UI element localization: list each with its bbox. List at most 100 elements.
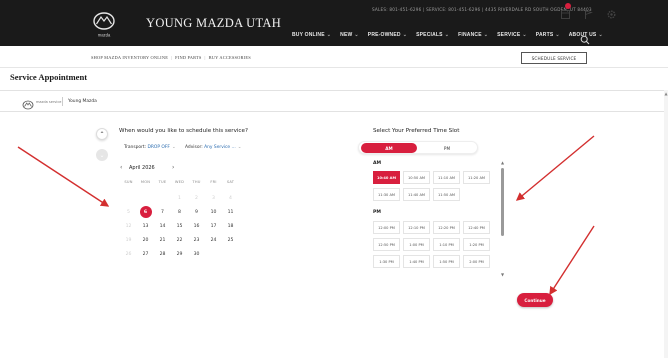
calendar-day[interactable]: 22 [171, 233, 188, 247]
previous-step-button[interactable]: ⌃ [96, 128, 108, 140]
calendar-day[interactable]: 25 [222, 233, 239, 247]
calendar-day[interactable]: 14 [154, 219, 171, 233]
calendar-day[interactable]: 28 [154, 247, 171, 261]
sub-nav-links: SHOP MAZDA INVENTORY ONLINE | FIND PARTS… [91, 55, 251, 60]
time-slot[interactable]: 11:50 AM [433, 188, 460, 201]
schedule-service-button[interactable]: SCHEDULE SERVICE [521, 52, 587, 64]
time-slot[interactable]: 12:00 PM [373, 221, 400, 234]
scroll-up-icon[interactable]: ▲ [664, 91, 668, 96]
time-slot[interactable]: 12:20 PM [433, 221, 460, 234]
mazda-logo-icon[interactable]: mazda [88, 8, 120, 40]
time-slot[interactable]: 11:10 AM [433, 171, 460, 184]
buy-accessories-link[interactable]: BUY ACCESSORIES [209, 55, 251, 60]
calendar-day[interactable]: 16 [188, 219, 205, 233]
am-slot-grid: 10:40 AM 10:50 AM 11:10 AM 11:20 AM 11:30 AM… [373, 171, 490, 201]
calendar-day[interactable]: 11 [222, 205, 239, 219]
calendar-day[interactable]: 8 [171, 205, 188, 219]
calendar-day-label: 14 [159, 223, 166, 229]
time-slot[interactable]: 11:30 AM [373, 188, 400, 201]
time-slot[interactable]: 10:50 AM [403, 171, 430, 184]
chevron-down-icon: ⌄ [171, 145, 176, 150]
weekday-label: MON [140, 180, 151, 184]
pm-toggle-button[interactable]: PM [419, 143, 475, 153]
continue-button[interactable]: Continue [517, 293, 553, 307]
nav-specials[interactable]: SPECIALS ⌄ [416, 32, 449, 38]
calendar-day-label: 2 [195, 195, 198, 201]
find-parts-link[interactable]: FIND PARTS [175, 55, 201, 60]
calendar-day[interactable]: 9 [188, 205, 205, 219]
calendar-day-label: 20 [142, 237, 149, 243]
weekday-label: THU [192, 180, 201, 184]
chevron-down-icon: ⌄ [354, 32, 359, 38]
nav-buy-online[interactable]: BUY ONLINE ⌄ [292, 32, 331, 38]
nav-parts[interactable]: PARTS ⌄ [536, 32, 560, 38]
calendar-day [137, 191, 154, 205]
previous-month-button[interactable]: ‹ [120, 164, 122, 171]
calendar-day[interactable]: 24 [205, 233, 222, 247]
scrollbar-thumb[interactable] [501, 168, 504, 236]
widget-dealer-name: Young Mazda [68, 99, 97, 104]
am-toggle-button[interactable]: AM [361, 143, 417, 153]
calendar-day[interactable]: 17 [205, 219, 222, 233]
page-scrollbar[interactable] [664, 90, 668, 358]
calendar-day[interactable]: 18 [222, 219, 239, 233]
calendar-day: 4 [222, 191, 239, 205]
widget-bar: mazda service Young Mazda [0, 90, 664, 112]
calendar-day[interactable]: 10 [205, 205, 222, 219]
calendar-day: 12 [120, 219, 137, 233]
calendar-day-label: 10 [210, 209, 217, 215]
language-flag-icon[interactable] [583, 5, 594, 19]
calendar-day[interactable]: 13 [137, 219, 154, 233]
time-slot[interactable]: 1:00 PM [403, 238, 430, 251]
time-slot[interactable]: 1:50 PM [433, 255, 460, 268]
advisor-select[interactable]: Advisor: Any Service ... ⌄ [185, 145, 241, 150]
weekday-label: FRI [210, 180, 217, 184]
next-month-button[interactable]: › [172, 164, 174, 171]
weekday-label: WED [174, 180, 185, 184]
calendar-day[interactable]: 7 [154, 205, 171, 219]
calendar-day[interactable]: 20 [137, 233, 154, 247]
calendar-day-selected[interactable]: 6 [137, 205, 154, 219]
calendar-day-label: 26 [125, 251, 132, 257]
time-slot[interactable]: 1:10 PM [433, 238, 460, 251]
time-slot[interactable]: 12:50 PM [373, 238, 400, 251]
calendar-day[interactable]: 30 [188, 247, 205, 261]
main-nav: BUY ONLINE ⌄ NEW ⌄ PRE-OWNED ⌄ SPECIALS ⌄ FI… [292, 30, 612, 40]
chevron-down-icon: ⌄ [237, 145, 242, 150]
time-slot-selected[interactable]: 10:40 AM [373, 171, 400, 184]
time-slot[interactable]: 1:40 PM [403, 255, 430, 268]
nav-finance[interactable]: FINANCE ⌄ [458, 32, 488, 38]
calendar-day: 5 [120, 205, 137, 219]
time-slot[interactable]: 11:20 AM [463, 171, 490, 184]
nav-service[interactable]: SERVICE ⌄ [497, 32, 527, 38]
calendar-day [120, 191, 137, 205]
nav-new[interactable]: NEW ⌄ [340, 32, 359, 38]
calendar-day[interactable]: 29 [171, 247, 188, 261]
transport-select[interactable]: Transport: DROP OFF ⌄ [124, 145, 176, 150]
annotation-arrow-date [17, 146, 110, 207]
calendar-day-label: 1 [178, 195, 181, 201]
weekday-label: SAT [226, 180, 235, 184]
divider: | [171, 55, 173, 60]
shop-inventory-link[interactable]: SHOP MAZDA INVENTORY ONLINE [91, 55, 168, 60]
scroll-down-icon[interactable]: ▼ [500, 272, 505, 277]
pm-group-label: PM [373, 210, 381, 215]
scroll-up-icon[interactable]: ▲ [500, 160, 505, 165]
next-step-button[interactable]: ⌄ [96, 149, 108, 161]
time-slot[interactable]: 1:20 PM [463, 238, 490, 251]
time-slot[interactable]: 11:40 AM [403, 188, 430, 201]
calendar-day[interactable]: 27 [137, 247, 154, 261]
time-slot[interactable]: 1:30 PM [373, 255, 400, 268]
calendar-day: 1 [171, 191, 188, 205]
time-slot[interactable]: 12:40 PM [463, 221, 490, 234]
search-icon[interactable] [580, 30, 590, 45]
chevron-down-icon: ⌄ [444, 32, 450, 38]
calendar-day[interactable]: 21 [154, 233, 171, 247]
nav-pre-owned[interactable]: PRE-OWNED ⌄ [368, 32, 407, 38]
time-slot[interactable]: 2:00 PM [463, 255, 490, 268]
calendar-day[interactable]: 23 [188, 233, 205, 247]
gear-icon[interactable] [606, 5, 617, 19]
time-slot[interactable]: 12:10 PM [403, 221, 430, 234]
calendar-day[interactable]: 15 [171, 219, 188, 233]
svg-text:mazda: mazda [98, 33, 111, 38]
